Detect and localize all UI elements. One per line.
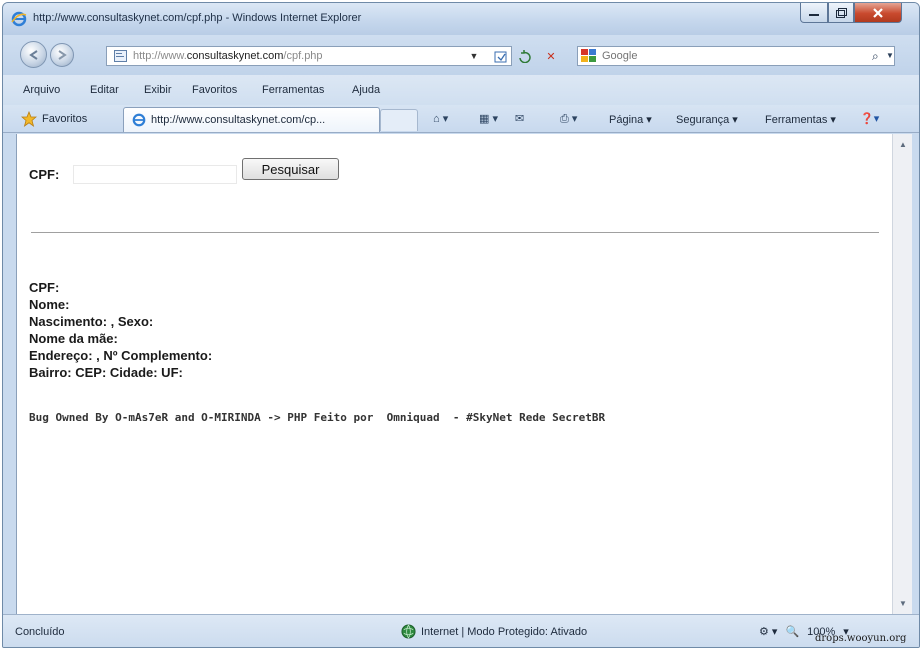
new-tab-button[interactable] [380, 109, 418, 131]
stop-icon[interactable]: ✕ [543, 48, 559, 64]
result-nascimento-sexo: Nascimento: , Sexo: [29, 314, 154, 329]
navigation-bar: http://www.consultaskynet.com/cpf.php ▼ … [3, 35, 919, 75]
favorites-bar: Favoritos http://www.consultaskynet.com/… [3, 105, 919, 133]
result-cpf: CPF: [29, 280, 60, 295]
scroll-up-icon[interactable]: ▲ [895, 136, 911, 152]
tab-ie-icon [132, 113, 146, 127]
menu-editar[interactable]: Editar [90, 84, 119, 96]
forward-button[interactable] [50, 43, 74, 67]
search-icon[interactable]: ⌕ [872, 49, 879, 64]
globe-icon [401, 624, 416, 639]
search-input[interactable] [602, 49, 842, 63]
security-settings-icon[interactable]: ⚙ ▾ [759, 625, 777, 638]
ie-logo-icon [11, 11, 27, 27]
search-options-chevron-icon[interactable]: ▼ [886, 51, 894, 60]
restore-icon [835, 7, 847, 18]
menu-arquivo[interactable]: Arquivo [23, 84, 60, 96]
minimize-button[interactable] [800, 3, 828, 23]
page-content: CPF: Pesquisar CPF: Nome: Nascimento: , … [16, 134, 892, 614]
menu-seguranca[interactable]: Segurança ▾ [676, 113, 738, 126]
address-dropdown-icon[interactable]: ▼ [466, 48, 482, 64]
scroll-down-icon[interactable]: ▼ [895, 595, 911, 611]
print-icon[interactable]: ⎙ ▾ [560, 112, 577, 126]
result-nome: Nome: [29, 297, 70, 312]
back-arrow-icon [28, 49, 38, 60]
cpf-input[interactable] [73, 165, 237, 184]
feeds-icon[interactable]: ▦ ▾ [479, 112, 498, 125]
pesquisar-button[interactable]: Pesquisar [242, 158, 339, 180]
close-icon [873, 7, 883, 18]
minimize-icon [809, 13, 819, 16]
forward-arrow-icon [58, 50, 67, 60]
horizontal-rule [31, 232, 879, 233]
favorites-label: Favoritos [42, 112, 88, 125]
browser-window: http://www.consultaskynet.com/cpf.php - … [2, 2, 920, 648]
defacement-message: Bug Owned By O-mAs7eR and O-MIRINDA -> P… [29, 411, 606, 424]
menu-exibir[interactable]: Exibir [144, 84, 172, 96]
address-url: http://www.consultaskynet.com/cpf.php [133, 50, 323, 62]
security-zone[interactable]: Internet | Modo Protegido: Ativado [401, 624, 587, 639]
close-button[interactable] [854, 3, 902, 23]
compatibility-view-icon[interactable] [493, 48, 509, 64]
refresh-icon[interactable] [517, 48, 533, 64]
window-title: http://www.consultaskynet.com/cpf.php - … [33, 12, 362, 24]
menu-ferramentas[interactable]: Ferramentas [262, 84, 324, 96]
zoom-icon: 🔍 [785, 626, 800, 638]
status-text: Concluído [15, 626, 65, 638]
cpf-label: CPF: [29, 167, 60, 182]
result-nome-mae: Nome da mãe: [29, 331, 118, 346]
watermark: drops.wooyun.org [815, 633, 907, 644]
result-endereco: Endereço: , Nº Complemento: [29, 348, 213, 363]
favorites-star-icon [21, 110, 37, 127]
home-icon[interactable]: ⌂ ▾ [433, 112, 448, 125]
mail-icon[interactable]: ✉ [515, 112, 524, 125]
page-favicon-icon [114, 50, 127, 62]
menu-favoritos[interactable]: Favoritos [192, 84, 237, 96]
title-bar: http://www.consultaskynet.com/cpf.php - … [3, 3, 919, 35]
menu-ajuda[interactable]: Ajuda [352, 84, 380, 96]
search-box[interactable]: ⌕ ▼ [577, 46, 895, 66]
google-logo-icon [581, 49, 596, 62]
vertical-scrollbar[interactable]: ▲ ▼ [892, 134, 912, 614]
security-zone-label: Internet | Modo Protegido: Ativado [421, 625, 588, 638]
back-button[interactable] [20, 41, 47, 68]
address-bar[interactable]: http://www.consultaskynet.com/cpf.php [106, 46, 512, 66]
tab-title: http://www.consultaskynet.com/cp... [151, 114, 326, 126]
help-icon[interactable]: ❓▾ [860, 112, 879, 125]
status-bar: Concluído Internet | Modo Protegido: Ati… [3, 614, 919, 647]
maximize-button[interactable] [828, 3, 854, 23]
favorites-button[interactable]: Favoritos [21, 109, 87, 128]
browser-tab[interactable]: http://www.consultaskynet.com/cp... [123, 107, 380, 132]
result-bairro-cep-cidade-uf: Bairro: CEP: Cidade: UF: [29, 365, 183, 380]
menu-bar: Arquivo Editar Exibir Favoritos Ferramen… [3, 75, 919, 105]
menu-pagina[interactable]: Página ▾ [609, 113, 652, 126]
menu-ferramentas-cmd[interactable]: Ferramentas ▾ [765, 113, 836, 126]
